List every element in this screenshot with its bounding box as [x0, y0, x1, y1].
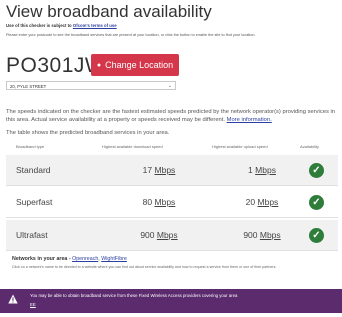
- check-circle-icon: ✓: [309, 163, 324, 178]
- table-intro: The table shows the predicted broadband …: [6, 130, 170, 136]
- table-row: Standard 17 Mbps 1 Mbps ✓: [6, 155, 338, 186]
- warning-icon: [8, 294, 18, 304]
- upload-value: 1: [248, 165, 253, 175]
- check-circle-icon: ✓: [309, 195, 324, 210]
- networks-note: Click on a network's name to be directed…: [12, 265, 277, 269]
- table-row: Ultrafast 900 Mbps 900 Mbps ✓: [6, 220, 338, 251]
- broadband-type: Ultrafast: [16, 230, 48, 240]
- address-select-value: 20, PYLE STREET: [10, 84, 47, 89]
- header-broadband-type: Broadband type: [16, 144, 45, 149]
- page-title: View broadband availability: [6, 2, 212, 21]
- network-link-openreach[interactable]: Openreach: [72, 256, 98, 262]
- upload-speed: 1 Mbps: [212, 155, 312, 185]
- header-availability: Availability: [300, 144, 319, 149]
- more-information-link[interactable]: More information.: [227, 117, 272, 123]
- check-circle-icon: ✓: [309, 228, 324, 243]
- map-marker-icon: ●: [96, 61, 102, 69]
- download-speed: 17 Mbps: [109, 155, 209, 185]
- networks-label: Networks in your area -: [12, 256, 71, 262]
- speeds-disclaimer: The speeds indicated on the checker are …: [6, 108, 338, 124]
- terms-notice: Use of this checker is subject to Ofcom'…: [6, 23, 117, 28]
- fwa-message: You may be able to obtain broadband serv…: [30, 293, 238, 298]
- download-value: 900: [140, 230, 155, 240]
- upload-value: 900: [243, 230, 258, 240]
- change-location-label: Change Location: [105, 60, 174, 70]
- upload-unit: Mbps: [259, 230, 281, 240]
- header-download-speed: Highest available download speed: [102, 144, 163, 149]
- download-speed: 80 Mbps: [109, 187, 209, 217]
- broadband-type: Superfast: [16, 197, 53, 207]
- upload-speed: 900 Mbps: [212, 220, 312, 250]
- table-row: Superfast 80 Mbps 20 Mbps ✓: [6, 187, 338, 218]
- download-value: 17: [142, 165, 153, 175]
- intro-text: Please enter your postcode to see the br…: [6, 33, 256, 37]
- download-unit: Mbps: [154, 197, 176, 207]
- fwa-provider-link-ee[interactable]: EE: [30, 302, 36, 307]
- terms-link[interactable]: Ofcom's terms of use: [73, 23, 117, 28]
- broadband-checker-page: View broadband availability Use of this …: [0, 0, 342, 317]
- chevron-down-icon: ⌄: [167, 83, 172, 89]
- upload-value: 20: [245, 197, 256, 207]
- broadband-type: Standard: [16, 165, 51, 175]
- header-upload-speed: Highest available upload speed: [212, 144, 268, 149]
- download-unit: Mbps: [156, 230, 178, 240]
- address-select[interactable]: 20, PYLE STREET ⌄: [6, 81, 176, 90]
- upload-speed: 20 Mbps: [212, 187, 312, 217]
- download-unit: Mbps: [154, 165, 176, 175]
- upload-unit: Mbps: [257, 197, 279, 207]
- upload-unit: Mbps: [255, 165, 276, 175]
- speeds-disclaimer-text: The speeds indicated on the checker are …: [6, 109, 335, 123]
- download-speed: 900 Mbps: [109, 220, 209, 250]
- terms-prefix: Use of this checker is subject to: [6, 23, 72, 28]
- download-value: 80: [142, 197, 153, 207]
- network-link-wightfibre[interactable]: WightFibre: [101, 256, 127, 262]
- change-location-button[interactable]: ● Change Location: [91, 54, 179, 76]
- networks-line: Networks in your area - Openreach, Wight…: [12, 256, 127, 262]
- fwa-banner: You may be able to obtain broadband serv…: [0, 289, 342, 313]
